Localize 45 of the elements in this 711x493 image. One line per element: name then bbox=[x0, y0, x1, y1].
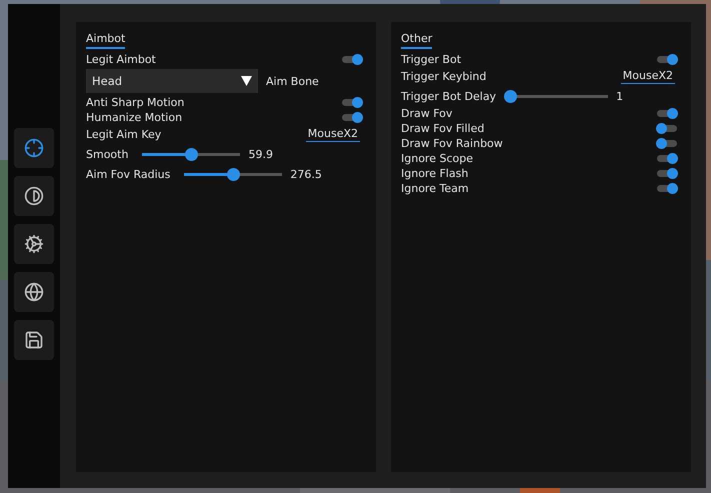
option-label: Legit Aimbot bbox=[86, 53, 156, 66]
dropdown[interactable]: Head bbox=[86, 69, 258, 93]
slider-value: 276.5 bbox=[290, 168, 322, 180]
option-label: Ignore Scope bbox=[401, 152, 473, 165]
sidebar-tab[interactable] bbox=[14, 272, 54, 312]
toggle-switch[interactable] bbox=[342, 99, 362, 106]
option-label: Trigger Keybind bbox=[401, 70, 486, 83]
option-label: Aim Bone bbox=[266, 74, 319, 88]
keybind-button[interactable]: MouseX2 bbox=[306, 127, 360, 142]
sidebar-tab[interactable] bbox=[14, 320, 54, 360]
slider-value: 59.9 bbox=[248, 148, 273, 160]
keybind-button[interactable]: MouseX2 bbox=[620, 69, 675, 84]
contrast-icon bbox=[24, 186, 44, 206]
option-label: Trigger Bot Delay bbox=[401, 90, 496, 102]
toggle-switch[interactable] bbox=[657, 110, 677, 117]
globe-icon bbox=[24, 282, 44, 302]
option-label: Aim Fov Radius bbox=[86, 168, 170, 180]
option-label: Draw Fov Filled bbox=[401, 122, 484, 135]
caret-icon bbox=[241, 76, 252, 86]
panel-title: Other bbox=[401, 32, 432, 49]
sidebar-tab[interactable] bbox=[14, 128, 54, 168]
sidebar-tab[interactable] bbox=[14, 176, 54, 216]
toggle-switch[interactable] bbox=[657, 155, 677, 162]
panel-title: Aimbot bbox=[86, 32, 126, 49]
toggle-switch[interactable] bbox=[657, 170, 677, 177]
option-label: Legit Aim Key bbox=[86, 128, 162, 141]
option-label: Anti Sharp Motion bbox=[86, 96, 184, 109]
crosshair-icon bbox=[24, 138, 44, 158]
option-label: Trigger Bot bbox=[401, 53, 462, 66]
toggle-switch[interactable] bbox=[657, 140, 677, 147]
toggle-switch[interactable] bbox=[342, 114, 362, 121]
option-label: Ignore Flash bbox=[401, 167, 468, 180]
toggle-switch[interactable] bbox=[657, 185, 677, 192]
toggle-switch[interactable] bbox=[657, 125, 677, 132]
option-label: Humanize Motion bbox=[86, 111, 182, 124]
toggle-switch[interactable] bbox=[342, 56, 362, 63]
slider-value: 1 bbox=[616, 90, 624, 102]
toggle-switch[interactable] bbox=[657, 56, 677, 63]
save-icon bbox=[24, 330, 44, 350]
sidebar-tab[interactable] bbox=[14, 224, 54, 264]
option-label: Smooth bbox=[86, 148, 128, 160]
option-label: Draw Fov Rainbow bbox=[401, 137, 503, 150]
option-label: Ignore Team bbox=[401, 182, 469, 195]
slider[interactable] bbox=[504, 90, 608, 102]
option-label: Draw Fov bbox=[401, 107, 452, 120]
